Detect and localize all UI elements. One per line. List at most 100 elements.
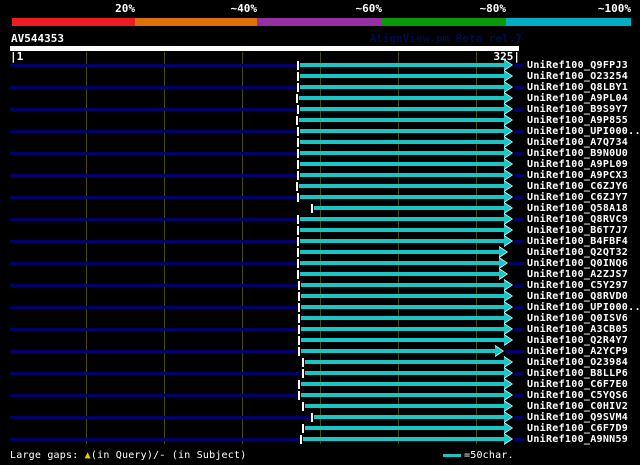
unaligned-line-left	[10, 108, 297, 111]
alignment-bar[interactable]	[300, 74, 504, 78]
hit-label[interactable]: UniRef100_Q0ISV6	[527, 313, 628, 324]
alignment-start-tick	[296, 182, 298, 191]
arrowhead-icon	[504, 302, 512, 312]
alignment-bar[interactable]	[299, 118, 504, 122]
alignment-bar[interactable]	[305, 371, 504, 375]
unaligned-line-right	[505, 350, 524, 353]
hit-label[interactable]: UniRef100_Q2R4Y7	[527, 335, 628, 346]
unaligned-line-right	[514, 394, 524, 397]
alignment-start-tick	[297, 226, 299, 235]
hit-label[interactable]: UniRef100_A9P855	[527, 115, 628, 126]
hit-label[interactable]: UniRef100_A7Q734	[527, 137, 628, 148]
alignment-bar[interactable]	[301, 316, 504, 320]
alignment-bar[interactable]	[300, 195, 504, 199]
alignment-start-tick	[297, 248, 299, 257]
alignment-bar[interactable]	[300, 85, 504, 89]
hit-label[interactable]: UniRef100_C5YQS6	[527, 390, 628, 401]
hit-label[interactable]: UniRef100_B8LLP6	[527, 368, 628, 379]
hit-label[interactable]: UniRef100_B4FBF4	[527, 236, 628, 247]
arrowhead-icon	[504, 60, 512, 70]
hit-label[interactable]: UniRef100_Q8RVC9	[527, 214, 628, 225]
arrowhead-icon	[504, 115, 512, 125]
alignment-start-tick	[297, 270, 299, 279]
hit-label[interactable]: UniRef100_C6ZJY7	[527, 192, 628, 203]
alignment-bar[interactable]	[299, 184, 504, 188]
hit-label[interactable]: UniRef100_C6F7D9	[527, 423, 628, 434]
alignment-bar[interactable]	[300, 140, 504, 144]
alignment-bar[interactable]	[300, 162, 504, 166]
arrowhead-icon	[504, 159, 512, 169]
alignment-start-tick	[296, 94, 298, 103]
unaligned-line-right	[514, 130, 524, 133]
hit-label[interactable]: UniRef100_O23254	[527, 71, 628, 82]
alignment-bar[interactable]	[303, 437, 504, 441]
alignment-bar[interactable]	[300, 107, 504, 111]
unaligned-line-left	[10, 394, 298, 397]
hit-label[interactable]: UniRef100_A3CB05	[527, 324, 628, 335]
hit-label[interactable]: UniRef100_B6T7J7	[527, 225, 628, 236]
alignment-bar[interactable]	[300, 261, 499, 265]
alignment-bar[interactable]	[314, 206, 504, 210]
alignment-bar[interactable]	[300, 173, 504, 177]
hit-label[interactable]: UniRef100_C6F7E0	[527, 379, 628, 390]
arrowhead-icon	[504, 236, 512, 246]
hit-label[interactable]: UniRef100_C6ZJY6	[527, 181, 628, 192]
alignment-bar[interactable]	[300, 63, 504, 67]
hit-label[interactable]: UniRef100_A9PL09	[527, 159, 628, 170]
alignment-bar[interactable]	[300, 250, 499, 254]
alignment-bar[interactable]	[300, 272, 499, 276]
alignment-bar[interactable]	[301, 382, 504, 386]
hit-label[interactable]: UniRef100_C0HIV2	[527, 401, 628, 412]
hit-label[interactable]: UniRef100_Q0INQ6	[527, 258, 628, 269]
alignment-bar[interactable]	[301, 349, 495, 353]
alignment-bar[interactable]	[301, 327, 504, 331]
hit-label[interactable]: UniRef100_Q9SVM4	[527, 412, 628, 423]
alignment-bar[interactable]	[305, 404, 504, 408]
unaligned-line-left	[10, 262, 297, 265]
alignment-bar[interactable]	[300, 228, 504, 232]
arrowhead-icon	[504, 214, 512, 224]
hit-label[interactable]: UniRef100_B9S9Y7	[527, 104, 628, 115]
unaligned-line-right	[514, 372, 524, 375]
alignment-bar[interactable]	[300, 239, 504, 243]
query-bar	[10, 46, 519, 51]
arrowhead-icon	[504, 82, 512, 92]
alignment-bar[interactable]	[300, 217, 504, 221]
gap-legend: Large gaps: ▲(in Query)/- (in Subject)	[10, 449, 246, 462]
alignment-bar[interactable]	[301, 305, 504, 309]
hit-label[interactable]: UniRef100_Q8RVD0	[527, 291, 628, 302]
hit-label[interactable]: UniRef100_A9PL04	[527, 93, 628, 104]
alignment-bar[interactable]	[305, 360, 504, 364]
hit-label[interactable]: UniRef100_A9NN59	[527, 434, 628, 445]
hit-label[interactable]: UniRef100_C5Y297	[527, 280, 628, 291]
alignment-bar[interactable]	[300, 151, 504, 155]
scale-segment	[257, 18, 382, 26]
hit-label[interactable]: UniRef100_A2ZJS7	[527, 269, 628, 280]
hit-label[interactable]: UniRef100_Q58A18	[527, 203, 628, 214]
hit-label[interactable]: UniRef100_A2YCP9	[527, 346, 628, 357]
alignment-bar[interactable]	[301, 294, 504, 298]
alignment-start-tick	[298, 281, 300, 290]
alignment-bar[interactable]	[300, 129, 504, 133]
alignment-bar[interactable]	[299, 96, 504, 100]
hit-label[interactable]: UniRef100_Q8LBY1	[527, 82, 628, 93]
alignment-bar[interactable]	[301, 393, 504, 397]
hit-label[interactable]: UniRef100_O23984	[527, 357, 628, 368]
alignment-bar[interactable]	[301, 283, 504, 287]
alignment-start-tick	[297, 237, 299, 246]
hit-label[interactable]: UniRef100_A9PCX3	[527, 170, 628, 181]
alignment-bar[interactable]	[305, 426, 504, 430]
hit-label[interactable]: UniRef100_B9N0U0	[527, 148, 628, 159]
arrowhead-icon	[504, 434, 512, 444]
alignment-start-tick	[297, 138, 299, 147]
alignment-bar[interactable]	[314, 415, 504, 419]
hit-label[interactable]: UniRef100_Q9FPJ3	[527, 60, 628, 71]
hit-label[interactable]: UniRef100_UPI000..	[527, 302, 640, 313]
unaligned-line-left	[10, 284, 298, 287]
alignment-start-tick	[296, 116, 298, 125]
alignment-bar[interactable]	[301, 338, 504, 342]
hit-label[interactable]: UniRef100_UPI000..	[527, 126, 640, 137]
unaligned-line-left	[10, 218, 297, 221]
hit-label[interactable]: UniRef100_Q2QT32	[527, 247, 628, 258]
unaligned-line-right	[514, 284, 524, 287]
